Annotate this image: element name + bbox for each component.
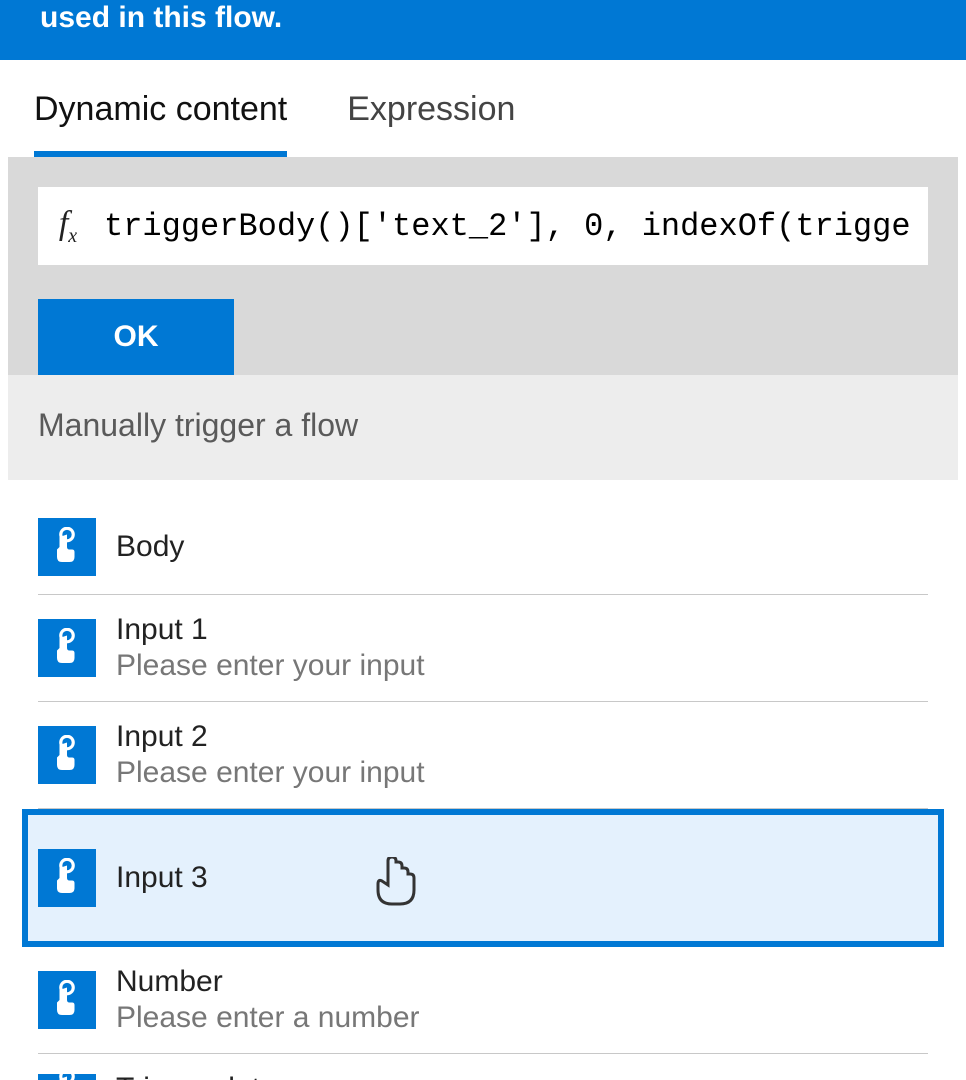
content-item-input-2[interactable]: Input 2 Please enter your input xyxy=(38,702,928,809)
content-item-number[interactable]: Number Please enter a number xyxy=(38,947,928,1054)
banner-text: used in this flow. xyxy=(40,1,282,34)
item-title: Trigger date xyxy=(116,1072,277,1080)
pointer-cursor-icon xyxy=(374,857,418,913)
content-item-input-3[interactable]: Input 3 xyxy=(22,809,944,947)
item-description: Please enter your input xyxy=(116,756,425,790)
item-title: Input 2 xyxy=(116,720,425,754)
tap-icon xyxy=(38,518,96,576)
item-title: Body xyxy=(116,530,184,564)
item-description: Please enter your input xyxy=(116,649,425,683)
expression-input[interactable] xyxy=(98,187,928,265)
item-title: Input 1 xyxy=(116,613,425,647)
trigger-section-header: Manually trigger a flow xyxy=(8,375,958,480)
tap-icon xyxy=(38,726,96,784)
item-description: Please enter a number xyxy=(116,1001,420,1035)
content-item-body[interactable]: Body xyxy=(38,500,928,595)
info-banner: used in this flow. xyxy=(0,0,966,60)
tab-dynamic-content[interactable]: Dynamic content xyxy=(34,90,287,157)
dynamic-content-panel: used in this flow. Dynamic content Expre… xyxy=(0,0,966,1080)
tap-icon xyxy=(38,619,96,677)
item-title: Number xyxy=(116,965,420,999)
formula-bar: fx xyxy=(38,187,928,265)
dynamic-content-list: Body Input 1 Please enter your input Inp… xyxy=(8,480,958,1080)
tab-expression[interactable]: Expression xyxy=(347,90,515,157)
fx-icon: fx xyxy=(38,205,98,248)
expression-editor-area: fx OK xyxy=(8,157,958,375)
tab-bar: Dynamic content Expression xyxy=(0,60,966,157)
tap-icon xyxy=(38,971,96,1029)
item-title: Input 3 xyxy=(116,861,208,895)
tap-icon xyxy=(38,849,96,907)
tap-icon xyxy=(38,1074,96,1080)
ok-button[interactable]: OK xyxy=(38,299,234,375)
content-item-trigger-date[interactable]: Trigger date xyxy=(38,1054,928,1080)
content-item-input-1[interactable]: Input 1 Please enter your input xyxy=(38,595,928,702)
